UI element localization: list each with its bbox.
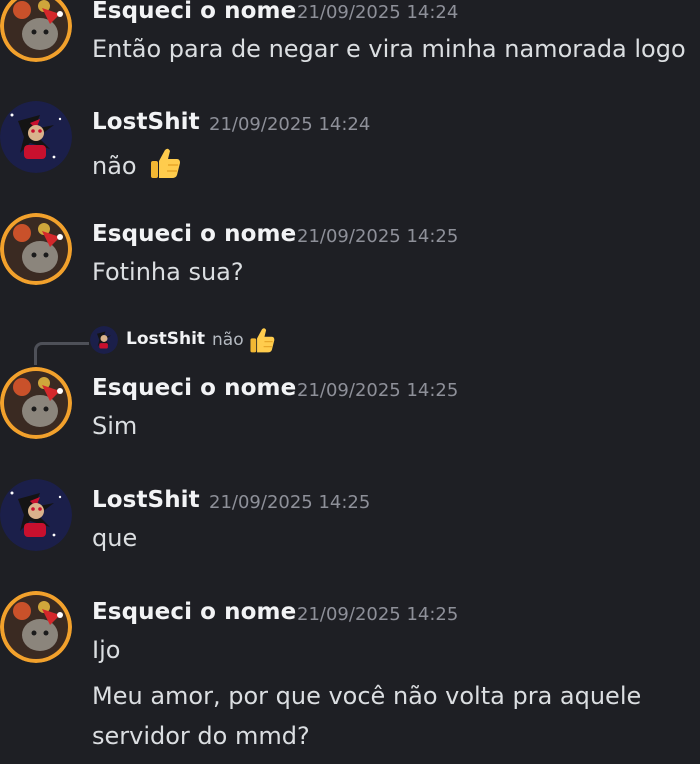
message-author[interactable]: LostShit bbox=[92, 487, 200, 513]
avatar[interactable] bbox=[0, 479, 72, 551]
message-author[interactable]: Esqueci o nome bbox=[92, 221, 296, 247]
message-timestamp: 21/09/2025 14:24 bbox=[209, 114, 371, 135]
thumbs-up-icon bbox=[248, 326, 276, 358]
chat-message-list: Esqueci o nome 21/09/2025 14:24 Então pa… bbox=[0, 0, 700, 764]
avatar[interactable] bbox=[0, 101, 72, 173]
message-timestamp: 21/09/2025 14:25 bbox=[209, 492, 371, 513]
reply-reference[interactable]: LostShit não bbox=[0, 326, 700, 365]
avatar[interactable] bbox=[0, 367, 72, 439]
message-text: Meu amor, por que você não volta pra aqu… bbox=[92, 682, 642, 710]
message-timestamp: 21/09/2025 14:25 bbox=[297, 604, 459, 625]
thumbs-up-icon bbox=[148, 146, 182, 186]
message-timestamp: 21/09/2025 14:24 bbox=[297, 2, 459, 23]
message-author[interactable]: Esqueci o nome bbox=[92, 599, 296, 625]
message-author[interactable]: Esqueci o nome bbox=[92, 0, 296, 24]
reply-text: não bbox=[212, 330, 244, 350]
message-author[interactable]: LostShit bbox=[92, 109, 200, 135]
message-text: Sim bbox=[92, 412, 138, 440]
message-text: Ijo bbox=[92, 636, 121, 664]
message-text: Fotinha sua? bbox=[92, 258, 244, 286]
reply-author[interactable]: LostShit bbox=[126, 329, 205, 349]
reply-avatar bbox=[90, 326, 118, 354]
message-text: que bbox=[92, 524, 138, 552]
reply-connector-line bbox=[34, 342, 89, 365]
message-text-value: não bbox=[92, 152, 137, 180]
message-text: não bbox=[92, 146, 182, 186]
message-text: servidor do mmd? bbox=[92, 722, 310, 750]
message-timestamp: 21/09/2025 14:25 bbox=[297, 380, 459, 401]
message-timestamp: 21/09/2025 14:25 bbox=[297, 226, 459, 247]
message-text: Então para de negar e vira minha namorad… bbox=[92, 35, 686, 63]
message-author[interactable]: Esqueci o nome bbox=[92, 375, 296, 401]
avatar[interactable] bbox=[0, 213, 72, 285]
avatar[interactable] bbox=[0, 591, 72, 663]
avatar[interactable] bbox=[0, 0, 72, 62]
